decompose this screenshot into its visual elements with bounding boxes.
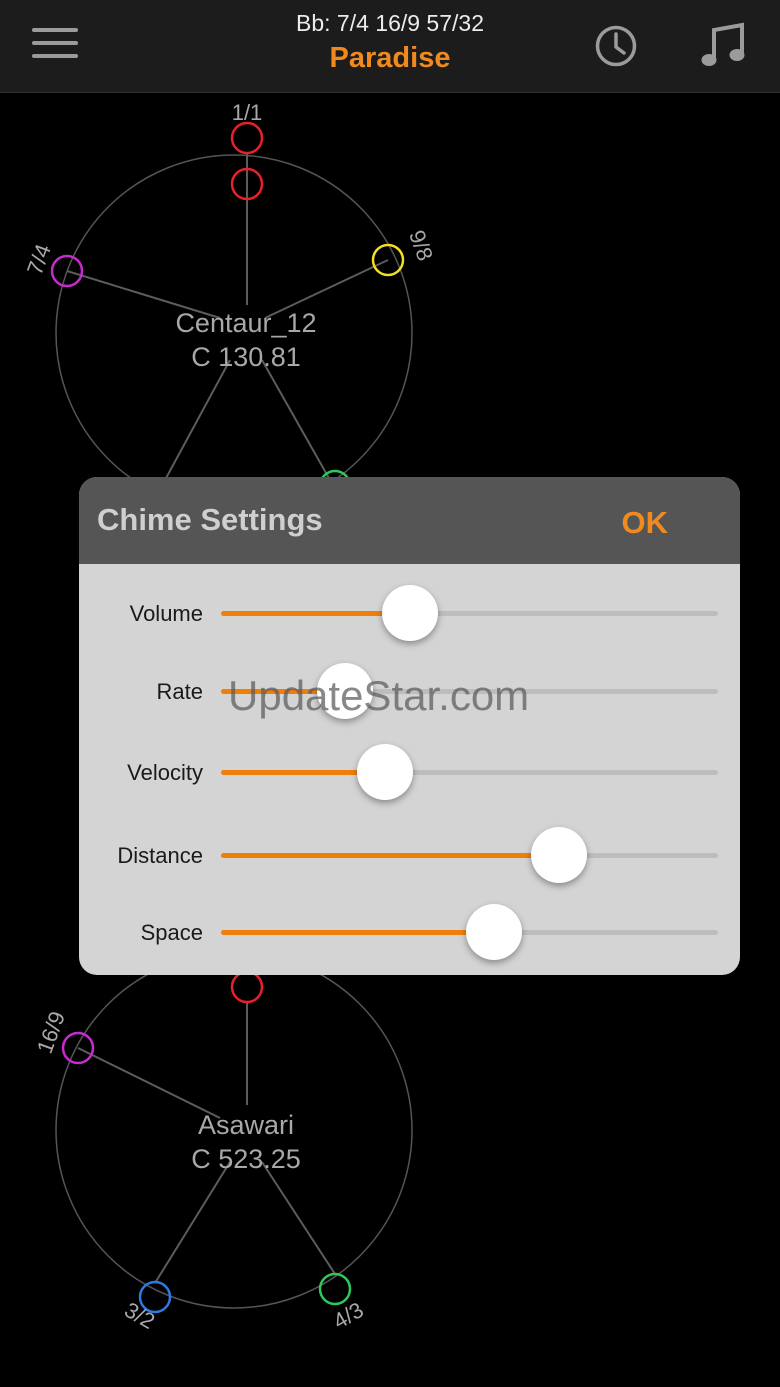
- ratio-node[interactable]: [230, 970, 264, 1004]
- music-note-icon: [701, 22, 745, 66]
- slider-thumb[interactable]: [381, 585, 438, 641]
- slider-label: Space: [140, 920, 203, 945]
- velocity-slider[interactable]: [221, 744, 718, 800]
- ratio-label: 1/1: [232, 100, 263, 125]
- tuning-subtitle: Bb: 7/4 16/9 57/32: [296, 10, 484, 36]
- slider-fill: [221, 853, 559, 858]
- page-title[interactable]: Paradise: [0, 42, 780, 75]
- slider-label: Rate: [156, 679, 203, 704]
- bottom-scale-wheel[interactable]: 16/9 3/2 4/3 Asawari C 523.25: [32, 951, 413, 1334]
- distance-slider[interactable]: [221, 827, 718, 883]
- slider-label: Velocity: [127, 760, 203, 785]
- slider-label: Volume: [129, 601, 203, 626]
- volume-slider-row: Volume: [79, 583, 740, 643]
- clock-icon: [595, 25, 637, 67]
- ok-button[interactable]: OK: [622, 505, 669, 541]
- app-header: Bb: 7/4 16/9 57/32 Paradise: [0, 0, 780, 93]
- volume-slider[interactable]: [221, 585, 718, 641]
- slider-fill: [221, 930, 495, 935]
- ratio-label: 9/8: [404, 227, 438, 264]
- ratio-node[interactable]: [230, 121, 264, 155]
- dialog-title: Chime Settings: [97, 502, 323, 537]
- slider-thumb[interactable]: [466, 904, 523, 960]
- scale-name: Centaur_12: [175, 308, 316, 338]
- space-slider[interactable]: [221, 904, 718, 960]
- top-scale-wheel[interactable]: 1/1 9/8 7/4 Centaur_12 C 130.81: [22, 100, 438, 512]
- velocity-slider-row: Velocity: [79, 742, 740, 802]
- distance-slider-row: Distance: [79, 825, 740, 885]
- space-slider-row: Space: [79, 902, 740, 962]
- ratio-label: 4/3: [329, 1297, 368, 1334]
- ratio-node[interactable]: [318, 1272, 352, 1306]
- scale-pitch: C 130.81: [191, 342, 301, 372]
- slider-thumb[interactable]: [357, 744, 413, 800]
- ratio-label: 3/2: [120, 1297, 159, 1334]
- slider-label: Distance: [117, 843, 203, 868]
- scale-pitch: C 523.25: [191, 1144, 301, 1174]
- scale-name: Asawari: [198, 1110, 294, 1140]
- dialog-header: Chime Settings OK: [79, 477, 740, 564]
- history-button[interactable]: [594, 24, 638, 68]
- chime-settings-dialog: Chime Settings OK Volume Rate Velocity D…: [79, 477, 740, 975]
- music-button[interactable]: [700, 22, 746, 70]
- watermark: UpdateStar.com: [228, 672, 530, 719]
- slider-thumb[interactable]: [530, 827, 587, 883]
